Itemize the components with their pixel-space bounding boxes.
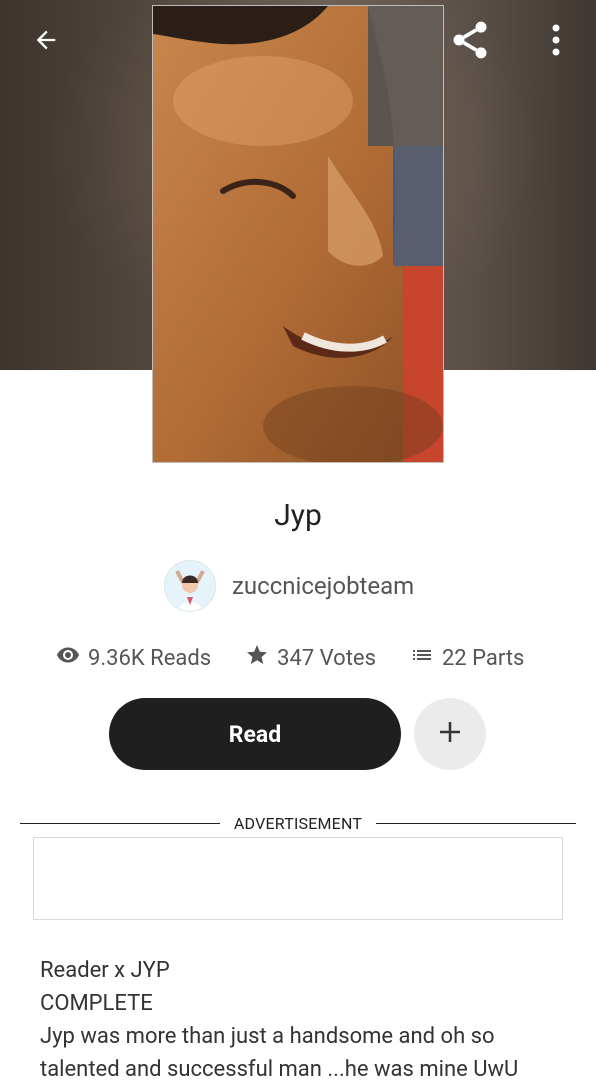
- parts-count[interactable]: 22 Parts: [442, 646, 524, 671]
- story-description: Reader x JYP COMPLETE Jyp was more than …: [40, 954, 570, 1086]
- more-options-button[interactable]: [532, 18, 580, 66]
- story-stats: 9.36K Reads 347 Votes 22 Parts: [56, 640, 558, 676]
- description-line: Jyp was more than just a handsome and oh…: [40, 1024, 495, 1049]
- description-line: COMPLETE: [40, 991, 153, 1016]
- plus-icon: [435, 717, 465, 751]
- reads-stat: 9.36K Reads: [56, 643, 211, 673]
- parts-stat[interactable]: 22 Parts: [410, 643, 524, 673]
- advertisement-divider: ADVERTISEMENT: [20, 812, 577, 834]
- author-name[interactable]: zuccnicejobteam: [232, 572, 414, 600]
- share-button[interactable]: [446, 18, 494, 66]
- story-cover-image: [152, 5, 444, 463]
- story-title: Jyp: [274, 498, 322, 533]
- star-icon: [245, 643, 277, 673]
- author-row[interactable]: zuccnicejobteam: [164, 560, 414, 612]
- divider-line-right: [376, 822, 577, 824]
- reads-count: 9.36K Reads: [88, 645, 212, 671]
- advertisement-slot[interactable]: [33, 837, 563, 920]
- share-icon: [448, 18, 492, 66]
- votes-stat: 347 Votes: [245, 643, 376, 673]
- votes-count: 347 Votes: [277, 645, 376, 671]
- divider-line-left: [20, 822, 220, 824]
- arrow-left-icon: [32, 26, 60, 58]
- read-button[interactable]: Read: [109, 698, 401, 770]
- back-button[interactable]: [22, 18, 70, 66]
- description-line: talented and successful man ...he was mi…: [40, 1057, 519, 1082]
- eye-icon: [56, 643, 88, 673]
- advertisement-label: ADVERTISEMENT: [233, 813, 363, 833]
- add-to-library-button[interactable]: [414, 698, 486, 770]
- description-line: Reader x JYP: [40, 958, 170, 983]
- author-avatar[interactable]: [164, 560, 216, 612]
- list-icon: [410, 643, 442, 673]
- more-vert-icon: [551, 24, 561, 60]
